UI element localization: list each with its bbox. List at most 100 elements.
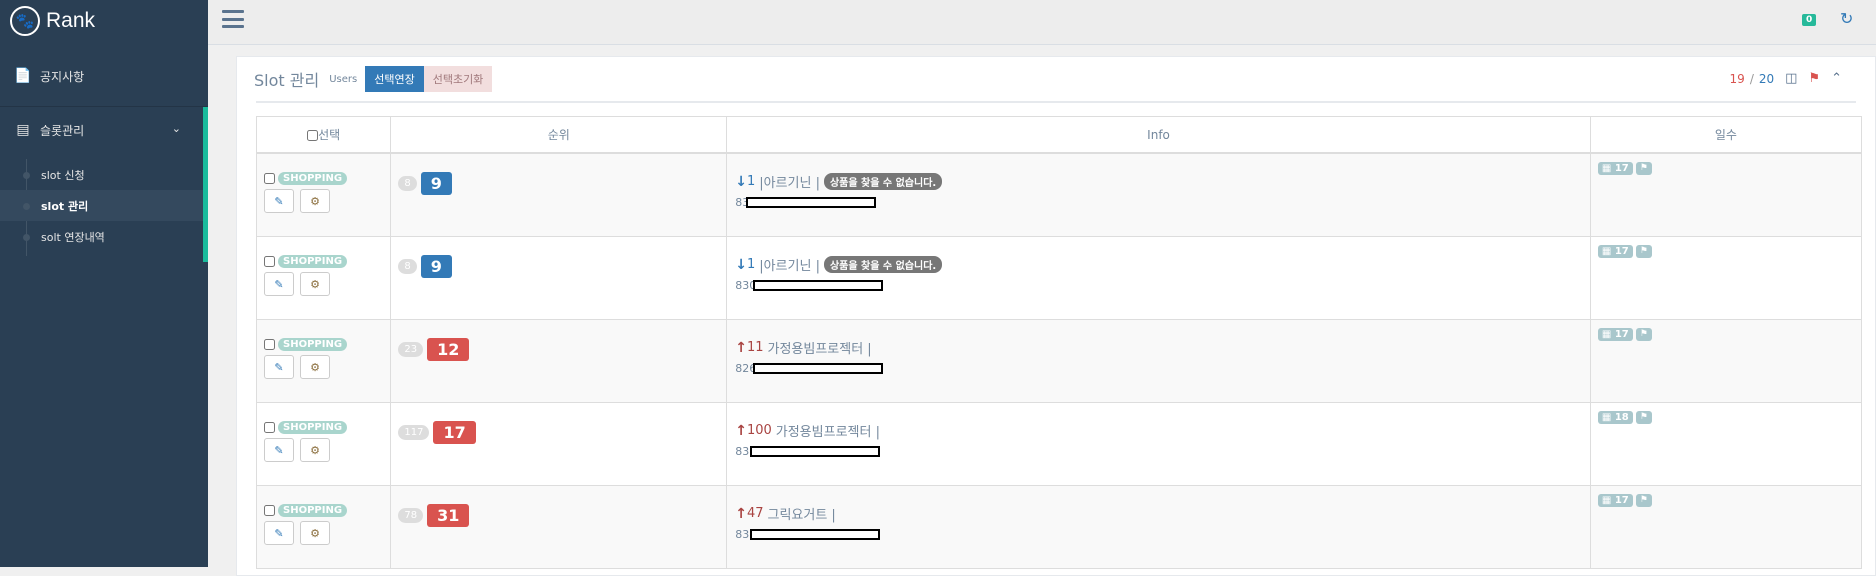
days-value: 17 — [1614, 329, 1629, 340]
table-row: SHOPPING ✎ ⚙ 78 31 ↑ 47 그릭요거트 | 83: ▦ 17 ⚑ — [255, 485, 1863, 569]
settings-button[interactable]: ⚙ — [300, 521, 330, 545]
settings-button[interactable]: ⚙ — [300, 438, 330, 462]
settings-button[interactable]: ⚙ — [300, 272, 330, 296]
column-header-label: 선택 — [318, 128, 341, 142]
arrow-up-icon: ↑ — [735, 505, 747, 522]
keyword-title: |아르기닌 | — [759, 259, 820, 274]
days-badge: ▦ 17 — [1597, 328, 1633, 341]
redacted-block — [749, 446, 880, 457]
select-all-checkbox[interactable] — [307, 130, 319, 141]
row-checkbox[interactable] — [264, 422, 275, 433]
status-badge: 상품을 찾을 수 없습니다. — [823, 256, 943, 273]
calendar-icon: ▦ — [1601, 329, 1612, 340]
previous-rank-badge: 8 — [398, 259, 417, 274]
days-value: 18 — [1614, 412, 1629, 423]
count-separator: / — [1749, 71, 1754, 86]
server-icon: ▤ — [16, 122, 30, 138]
category-badge: SHOPPING — [278, 504, 348, 517]
previous-rank-badge: 23 — [398, 342, 424, 357]
sidebar-item-label: 공지사항 — [40, 69, 85, 84]
redacted-block — [753, 363, 884, 374]
calendar-icon: ▦ — [1601, 163, 1612, 174]
extend-selected-button[interactable]: 선택연장 — [365, 66, 424, 92]
table-row: SHOPPING ✎ ⚙ 117 17 ↑ 100 가정용빔프로젝터 | 83: ▦ 18 ⚑ — [255, 402, 1863, 486]
keyword-title: 가정용빔프로젝터 | — [775, 425, 880, 440]
category-badge: SHOPPING — [278, 255, 348, 268]
sidebar-item-notice[interactable]: 📄 공지사항 — [0, 52, 208, 100]
current-rank-badge: 31 — [427, 504, 470, 527]
column-header-days: 일수 — [1589, 116, 1863, 154]
edit-button[interactable]: ✎ — [264, 438, 294, 462]
table-row: SHOPPING ✎ ⚙ 8 9 ↓ 1 |아르기닌 | 상품을 찾을 수 없습니다. 830 ▦ … — [255, 236, 1863, 320]
current-rank-badge: 9 — [420, 172, 452, 195]
settings-button[interactable]: ⚙ — [300, 355, 330, 379]
calendar-icon: ▦ — [1601, 246, 1612, 257]
gear-icon: ⚙ — [310, 360, 320, 374]
table-row: SHOPPING ✎ ⚙ 8 9 ↓ 1 |아르기닌 | 상품을 찾을 수 없습니다. 83 ▦ 1… — [255, 152, 1863, 237]
tag-icon[interactable]: ⚑ — [1635, 494, 1652, 507]
submenu-item-slot-request[interactable]: slot 신청 — [0, 159, 203, 190]
rank-change: 100 — [746, 423, 772, 438]
row-checkbox[interactable] — [264, 505, 275, 516]
calendar-icon: ▦ — [1601, 495, 1612, 506]
column-header-info: Info — [726, 116, 1591, 154]
settings-button[interactable]: ⚙ — [300, 189, 330, 213]
paw-icon: 🐾 — [10, 6, 40, 36]
rank-change: 1 — [746, 257, 756, 272]
menu-toggle-icon[interactable] — [222, 10, 244, 28]
tag-icon[interactable]: ⚑ — [1635, 411, 1652, 424]
document-icon: 📄 — [14, 68, 32, 84]
page-subtitle: Users — [329, 73, 358, 85]
previous-rank-badge: 117 — [398, 425, 430, 440]
notification-badge[interactable]: 0 — [1802, 14, 1817, 26]
submenu-item-extension-history[interactable]: solt 연장내역 — [0, 221, 203, 252]
keyword-title: |아르기닌 | — [759, 176, 820, 191]
edit-icon: ✎ — [274, 360, 284, 374]
edit-button[interactable]: ✎ — [264, 521, 294, 545]
edit-button[interactable]: ✎ — [264, 272, 294, 296]
previous-rank-badge: 78 — [398, 508, 424, 523]
sidebar: 🐾 Rank 📄 공지사항 ▤ 슬롯관리 ⌄ slot 신청 slot 관리 s… — [0, 0, 208, 567]
days-value: 17 — [1614, 163, 1629, 174]
current-rank-badge: 9 — [420, 255, 452, 278]
reset-selected-button[interactable]: 선택초기화 — [423, 66, 493, 92]
current-rank-badge: 12 — [427, 338, 470, 361]
submenu: slot 신청 slot 관리 solt 연장내역 — [0, 153, 208, 262]
chevron-down-icon: ⌄ — [171, 122, 181, 135]
column-header-rank: 순위 — [390, 116, 728, 154]
days-badge: ▦ 17 — [1597, 245, 1633, 258]
current-rank-badge: 17 — [433, 421, 476, 444]
category-badge: SHOPPING — [278, 338, 348, 351]
edit-icon: ✎ — [274, 443, 284, 457]
tag-icon[interactable]: ⚑ — [1635, 328, 1652, 341]
brand[interactable]: 🐾 Rank — [0, 0, 208, 42]
chevron-up-icon[interactable]: ⌃ — [1831, 71, 1842, 86]
row-checkbox[interactable] — [264, 256, 275, 267]
row-checkbox[interactable] — [264, 339, 275, 350]
tag-icon[interactable]: ⚑ — [1808, 71, 1820, 86]
days-value: 17 — [1614, 495, 1629, 506]
edit-button[interactable]: ✎ — [264, 355, 294, 379]
submenu-item-label: slot 신청 — [41, 168, 85, 182]
submenu-item-label: slot 관리 — [41, 199, 89, 213]
tag-icon[interactable]: ⚑ — [1635, 162, 1652, 175]
slot-panel: Slot 관리 Users 선택연장 선택초기화 19 / 20 ◫ ⚑ ⌃ 선… — [236, 56, 1876, 576]
sidebar-item-label: 슬롯관리 — [40, 123, 85, 138]
map-icon[interactable]: ◫ — [1785, 71, 1797, 86]
submenu-item-slot-management[interactable]: slot 관리 — [0, 190, 203, 221]
edit-icon: ✎ — [274, 526, 284, 540]
edit-button[interactable]: ✎ — [264, 189, 294, 213]
rank-change: 11 — [746, 340, 764, 355]
sidebar-item-slot-management[interactable]: ▤ 슬롯관리 ⌄ — [0, 107, 208, 153]
days-value: 17 — [1614, 246, 1629, 257]
brand-name: Rank — [46, 9, 96, 32]
days-badge: ▦ 18 — [1597, 411, 1633, 424]
tag-icon[interactable]: ⚑ — [1635, 245, 1652, 258]
slot-total-count: 20 — [1758, 71, 1775, 86]
gear-icon: ⚙ — [310, 443, 320, 457]
arrow-down-icon: ↓ — [735, 173, 747, 190]
gear-icon: ⚙ — [310, 526, 320, 540]
row-checkbox[interactable] — [264, 173, 275, 184]
refresh-icon[interactable]: ↻ — [1840, 9, 1853, 28]
previous-rank-badge: 8 — [398, 176, 417, 191]
